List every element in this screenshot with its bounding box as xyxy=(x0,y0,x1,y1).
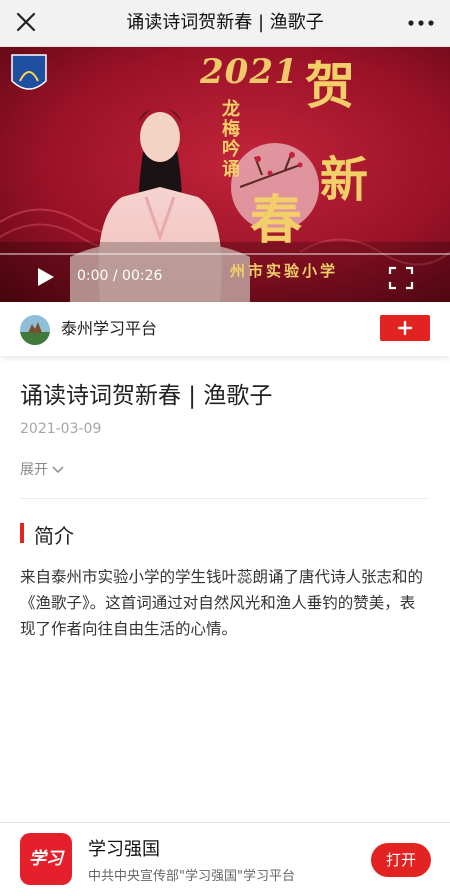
overlay-year: 2021 xyxy=(200,52,299,92)
plus-icon xyxy=(397,320,413,336)
intro-text: 来自泰州市实验小学的学生钱叶蕊朗诵了唐代诗人张志和的《渔歌子》。这首词通过对自然… xyxy=(20,568,424,638)
top-navigation-bar: 诵读诗词贺新春 | 渔歌子 xyxy=(0,0,450,47)
overlay-he: 贺 xyxy=(305,56,355,115)
overlay-xin: 新 xyxy=(320,152,369,208)
page-title: 诵读诗词贺新春 | 渔歌子 xyxy=(126,12,324,33)
overlay-chun: 春 xyxy=(250,190,303,251)
divider xyxy=(20,498,430,499)
chevron-down-icon xyxy=(52,466,64,474)
follow-button[interactable] xyxy=(380,315,430,341)
app-download-banner: 学习 学习强国 中共中央宣传部"学习强国"学习平台 打开 xyxy=(0,822,450,896)
overlay-school: 州市实验小学 xyxy=(230,262,339,280)
more-dots-icon[interactable] xyxy=(406,12,436,34)
play-icon[interactable] xyxy=(36,266,56,288)
expand-label: 展开 xyxy=(20,462,48,478)
school-badge xyxy=(11,54,47,90)
video-time: 0:00 / 00:26 xyxy=(77,268,163,284)
publish-date: 2021-03-09 xyxy=(20,421,102,437)
expand-toggle[interactable]: 展开 xyxy=(20,459,64,479)
article-title: 诵读诗词贺新春 | 渔歌子 xyxy=(20,383,273,409)
author-name[interactable]: 泰州学习平台 xyxy=(61,302,157,356)
heading-accent-bar xyxy=(20,523,24,543)
fullscreen-icon[interactable] xyxy=(388,266,414,290)
app-name: 学习强国 xyxy=(88,839,160,860)
overlay-subtitle: 龙梅吟诵 xyxy=(222,99,240,180)
author-bar: 泰州学习平台 xyxy=(0,302,450,356)
app-description: 中共中央宣传部"学习强国"学习平台 xyxy=(88,869,295,884)
intro-heading-label: 简介 xyxy=(34,524,74,548)
close-icon[interactable] xyxy=(12,8,40,36)
app-logo: 学习 xyxy=(20,833,72,885)
author-avatar[interactable] xyxy=(20,315,50,345)
open-app-button[interactable]: 打开 xyxy=(371,843,431,877)
app-logo-text: 学习 xyxy=(29,849,63,869)
